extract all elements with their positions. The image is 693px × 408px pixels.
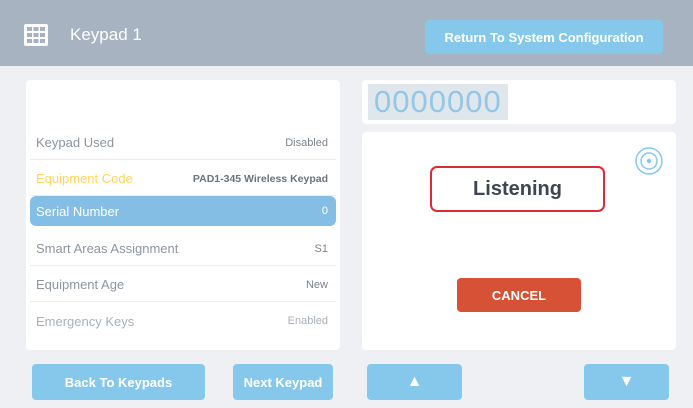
detail-value: S1 — [314, 242, 328, 255]
arrow-down-icon: ▼ — [618, 373, 635, 390]
detail-value: PAD1-345 Wireless Keypad — [192, 172, 328, 185]
detail-label: Emergency Keys — [36, 313, 135, 329]
code-display: 0000000 — [362, 80, 676, 124]
header-bar: Keypad 1 Return To System Configuration — [0, 0, 693, 66]
detail-value: Disabled — [285, 136, 328, 149]
arrow-up-icon: ▲ — [406, 373, 423, 390]
detail-row-smart-areas-assignment[interactable]: Smart Areas Assignment S1 — [30, 232, 336, 266]
return-to-system-configuration-button[interactable]: Return To System Configuration — [425, 20, 663, 54]
radar-icon — [635, 147, 663, 175]
detail-value: Enabled — [287, 315, 328, 327]
detail-row-serial-number[interactable]: Serial Number 0 — [30, 196, 336, 226]
page-title: Keypad 1 — [70, 25, 142, 44]
detail-label: Equipment Age — [36, 277, 125, 292]
detail-value: 0 — [321, 205, 328, 217]
back-to-keypads-button[interactable]: Back To Keypads — [32, 364, 205, 400]
scroll-up-button[interactable]: ▲ — [367, 364, 462, 400]
detail-label: Serial Number — [36, 203, 120, 219]
listening-panel: Listening CANCEL — [362, 132, 676, 350]
detail-row-emergency-keys[interactable]: Emergency Keys Enabled — [30, 304, 336, 338]
detail-row-equipment-code[interactable]: Equipment Code PAD1-345 Wireless Keypad — [30, 162, 336, 196]
detail-row-keypad-used[interactable]: Keypad Used Disabled — [30, 126, 336, 160]
cancel-button[interactable]: CANCEL — [457, 278, 581, 312]
scroll-down-button[interactable]: ▼ — [584, 364, 669, 400]
detail-label: Equipment Code — [36, 171, 133, 186]
detail-row-equipment-age[interactable]: Equipment Age New — [30, 268, 336, 302]
next-keypad-button[interactable]: Next Keypad — [233, 364, 333, 400]
listening-status: Listening — [430, 166, 605, 212]
code-value: 0000000 — [368, 84, 508, 120]
detail-value: New — [305, 278, 328, 291]
detail-label: Keypad Used — [36, 135, 115, 150]
keypad-details-panel: Keypad Used Disabled Equipment Code PAD1… — [26, 80, 340, 350]
grid-icon[interactable] — [24, 24, 48, 46]
detail-label: Smart Areas Assignment — [36, 241, 179, 256]
